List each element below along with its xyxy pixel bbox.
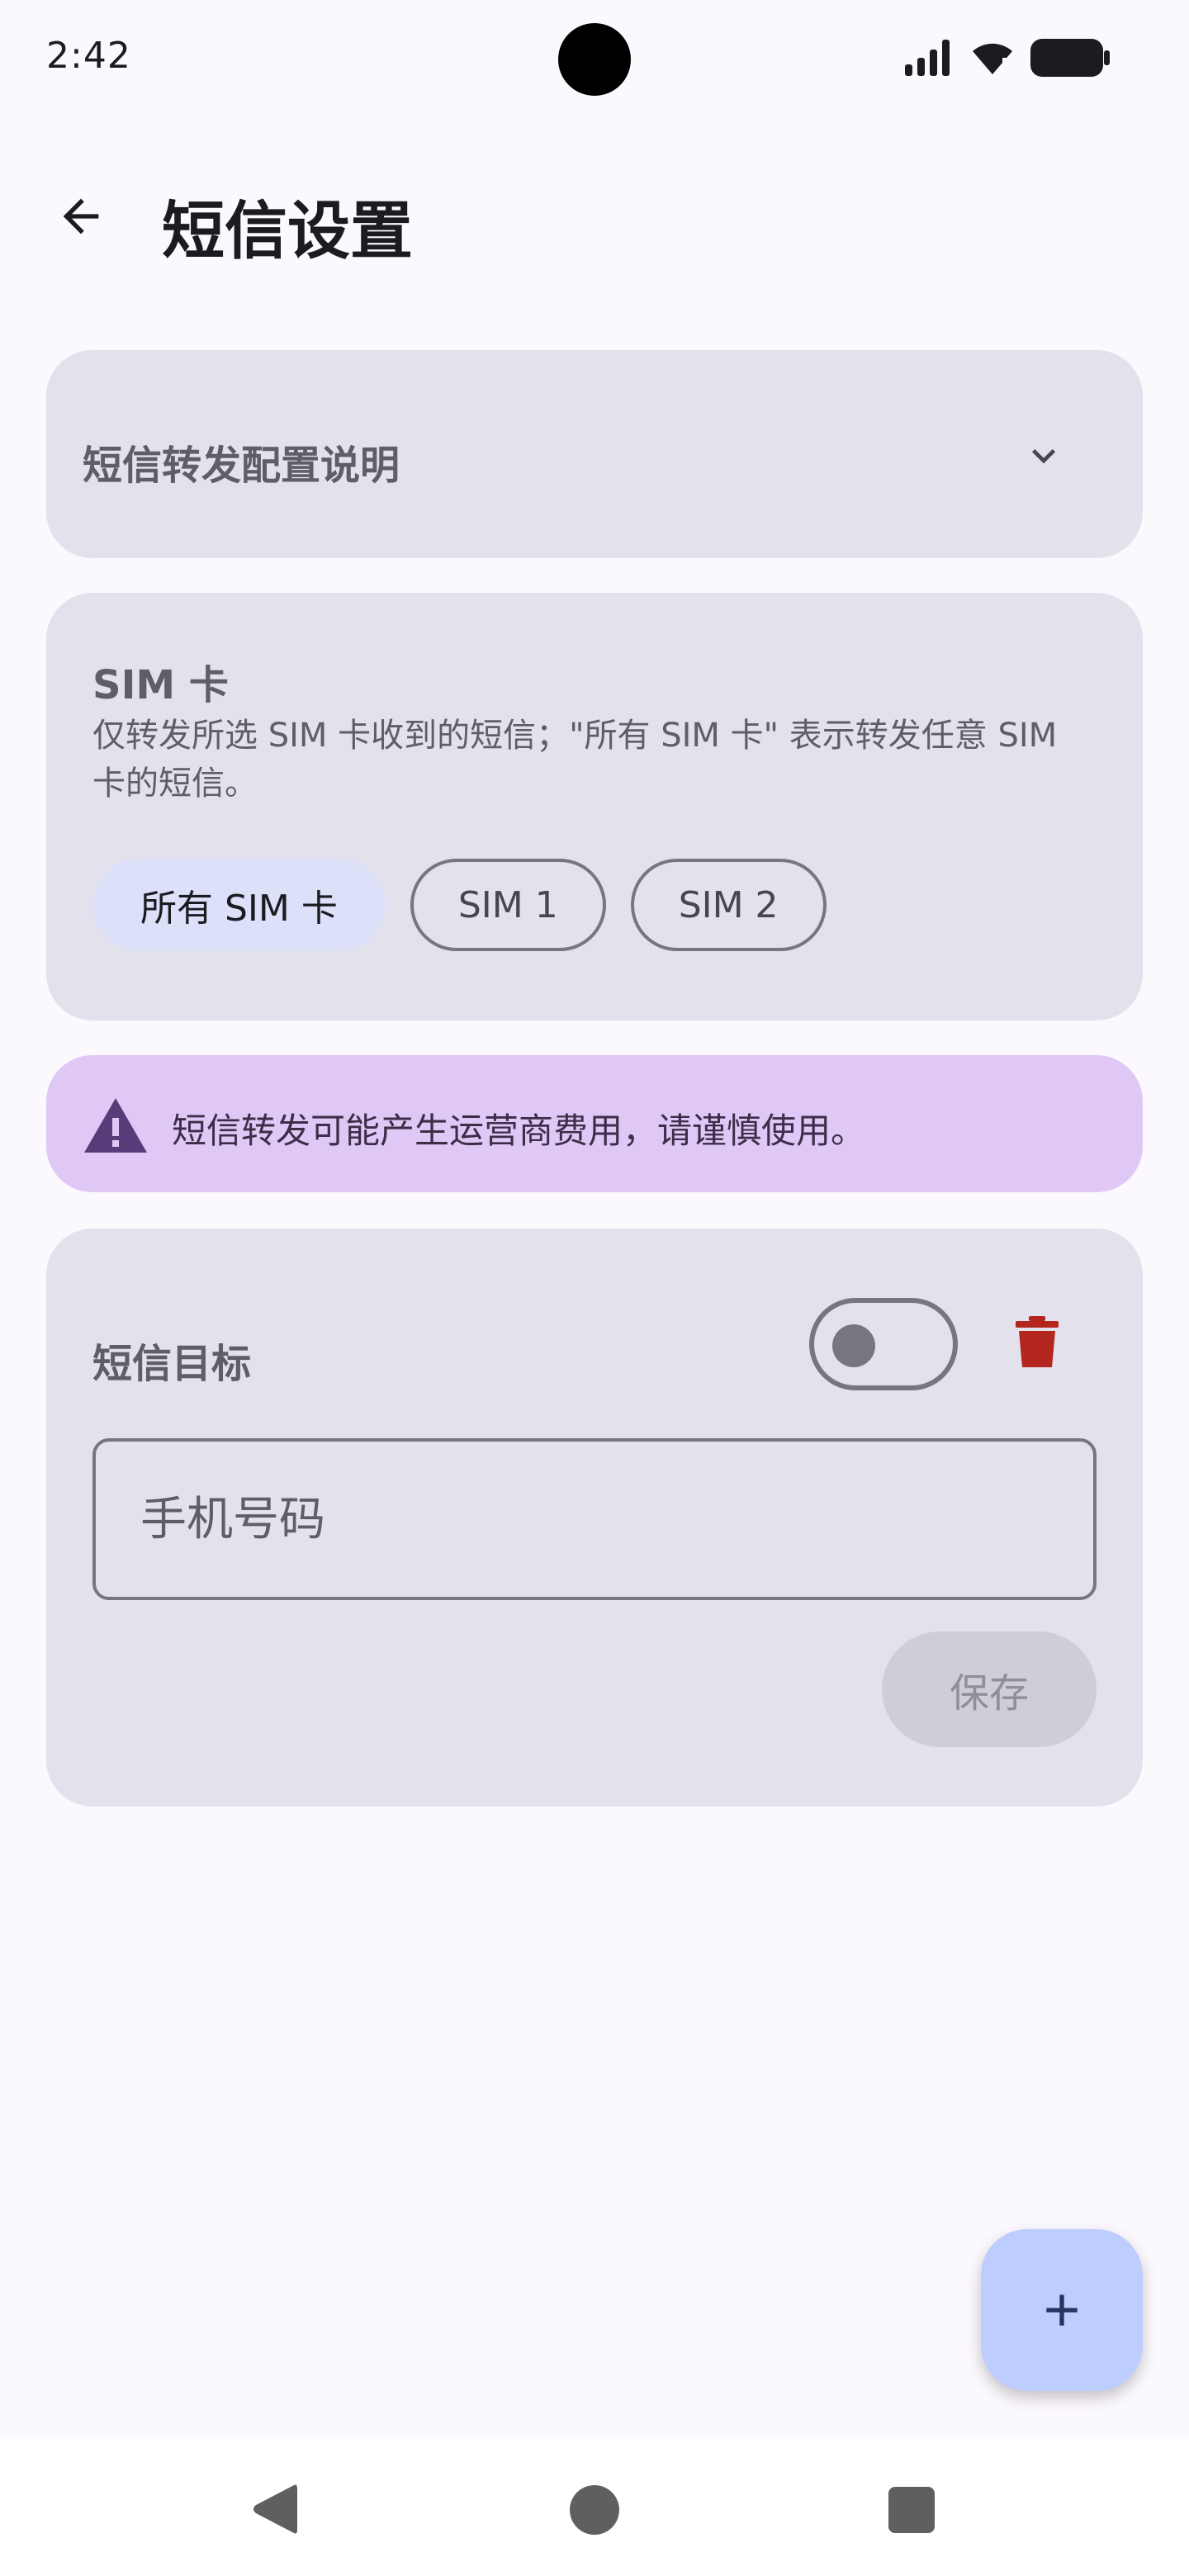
chip-sim-2[interactable]: SIM 2 — [630, 859, 827, 951]
sim-chip-group: 所有 SIM 卡 SIM 1 SIM 2 — [92, 859, 827, 951]
warning-icon — [84, 1098, 147, 1153]
chevron-down-icon[interactable] — [1021, 433, 1067, 479]
delete-button[interactable] — [996, 1301, 1078, 1384]
status-icons — [905, 36, 1110, 79]
add-icon — [1046, 2294, 1078, 2326]
add-target-fab[interactable] — [981, 2229, 1143, 2391]
warning-text: 短信转发可能产生运营商费用，请谨慎使用。 — [172, 1110, 866, 1151]
nav-back-icon[interactable] — [249, 2482, 299, 2536]
instructions-card[interactable]: 短信转发配置说明 — [46, 350, 1143, 558]
warning-banner: 短信转发可能产生运营商费用，请谨慎使用。 — [46, 1055, 1143, 1192]
sim-card: SIM 卡 仅转发所选 SIM 卡收到的短信；"所有 SIM 卡" 表示转发任意… — [46, 593, 1143, 1020]
app-bar: 短信设置 — [0, 149, 1189, 281]
arrow-back-icon — [63, 198, 99, 234]
nav-home-icon[interactable] — [570, 2485, 619, 2535]
toggle-thumb — [832, 1324, 875, 1367]
system-nav-bar — [0, 2437, 1189, 2576]
save-button[interactable]: 保存 — [882, 1631, 1097, 1747]
camera-cutout — [558, 23, 631, 96]
signal-icon — [905, 40, 950, 76]
trash-icon — [1016, 1316, 1059, 1367]
sim-card-title: SIM 卡 — [92, 662, 229, 708]
instructions-title: 短信转发配置说明 — [83, 443, 400, 489]
nav-recents-icon[interactable] — [888, 2487, 935, 2533]
sim-card-description: 仅转发所选 SIM 卡收到的短信；"所有 SIM 卡" 表示转发任意 SIM 卡… — [92, 717, 1058, 803]
chip-all-sim[interactable]: 所有 SIM 卡 — [92, 859, 386, 951]
status-time: 2:42 — [46, 35, 131, 77]
phone-number-input[interactable] — [92, 1438, 1097, 1600]
sms-target-card: 短信目标 保存 — [46, 1229, 1143, 1807]
page-title: 短信设置 — [162, 194, 413, 268]
chip-sim-1[interactable]: SIM 1 — [410, 859, 606, 951]
status-bar: 2:42 — [0, 0, 1189, 116]
wifi-icon — [973, 43, 1012, 76]
sms-target-title: 短信目标 — [92, 1341, 252, 1387]
battery-icon — [1030, 39, 1110, 77]
enable-toggle[interactable] — [809, 1298, 958, 1390]
back-button[interactable] — [33, 168, 129, 264]
